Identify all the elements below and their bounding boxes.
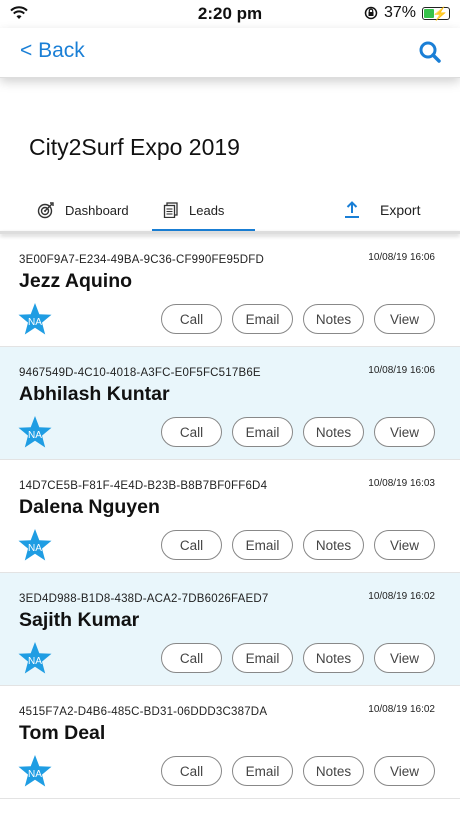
navigation-bar: < Back	[0, 28, 460, 78]
star-badge-icon: NA	[18, 642, 52, 674]
view-button[interactable]: View	[374, 756, 435, 786]
lead-id: 4515F7A2-D4B6-485C-BD31-06DDD3C387DA	[19, 706, 268, 718]
notes-button[interactable]: Notes	[303, 530, 364, 560]
upload-icon	[345, 201, 359, 218]
tab-export[interactable]: Export	[344, 190, 420, 230]
lead-name: Sajith Kumar	[19, 609, 140, 631]
back-button[interactable]: < Back	[20, 39, 85, 63]
call-button[interactable]: Call	[161, 530, 222, 560]
view-button[interactable]: View	[374, 417, 435, 447]
call-button[interactable]: Call	[161, 643, 222, 673]
star-badge-icon: NA	[18, 529, 52, 561]
view-button[interactable]: View	[374, 643, 435, 673]
call-button[interactable]: Call	[161, 304, 222, 334]
call-button[interactable]: Call	[161, 756, 222, 786]
lead-timestamp: 10/08/19 16:06	[368, 365, 435, 376]
badge-label: NA	[28, 656, 42, 667]
battery-percent: 37%	[383, 4, 416, 21]
lead-timestamp: 10/08/19 16:03	[368, 478, 435, 489]
email-button[interactable]: Email	[232, 756, 293, 786]
star-badge-icon: NA	[18, 416, 52, 448]
orientation-lock-icon	[364, 6, 378, 20]
leads-list: 3E00F9A7-E234-49BA-9C36-CF990FE95DFD 10/…	[0, 234, 460, 799]
notes-button[interactable]: Notes	[303, 643, 364, 673]
notes-button[interactable]: Notes	[303, 304, 364, 334]
list-item[interactable]: 3ED4D988-B1D8-438D-ACA2-7DB6026FAED7 10/…	[0, 573, 460, 686]
list-item[interactable]: 14D7CE5B-F81F-4E4D-B23B-B8B7BF0FF6D4 10/…	[0, 460, 460, 573]
document-icon	[163, 202, 178, 218]
view-button[interactable]: View	[374, 530, 435, 560]
lead-timestamp: 10/08/19 16:02	[368, 704, 435, 715]
lead-id: 3E00F9A7-E234-49BA-9C36-CF990FE95DFD	[19, 254, 264, 266]
notes-button[interactable]: Notes	[303, 756, 364, 786]
tab-bar: Dashboard Leads Export	[0, 190, 460, 232]
lead-name: Tom Deal	[19, 722, 106, 744]
badge-label: NA	[28, 430, 42, 441]
lead-timestamp: 10/08/19 16:02	[368, 591, 435, 602]
notes-button[interactable]: Notes	[303, 417, 364, 447]
lead-name: Jezz Aquino	[19, 270, 133, 292]
tab-leads-label: Leads	[189, 202, 225, 218]
view-button[interactable]: View	[374, 304, 435, 334]
tab-dashboard[interactable]: Dashboard	[37, 190, 129, 230]
tab-dashboard-label: Dashboard	[65, 202, 129, 218]
search-icon[interactable]	[418, 40, 442, 64]
tab-export-label: Export	[380, 202, 421, 218]
lead-id: 9467549D-4C10-4018-A3FC-E0F5FC517B6E	[19, 367, 261, 379]
call-button[interactable]: Call	[161, 417, 222, 447]
lead-id: 14D7CE5B-F81F-4E4D-B23B-B8B7BF0FF6D4	[19, 480, 268, 492]
lead-name: Abhilash Kuntar	[19, 383, 170, 405]
email-button[interactable]: Email	[232, 304, 293, 334]
email-button[interactable]: Email	[232, 530, 293, 560]
target-icon	[37, 202, 54, 219]
badge-label: NA	[28, 769, 42, 780]
list-item[interactable]: 4515F7A2-D4B6-485C-BD31-06DDD3C387DA 10/…	[0, 686, 460, 799]
star-badge-icon: NA	[18, 755, 52, 787]
list-item[interactable]: 9467549D-4C10-4018-A3FC-E0F5FC517B6E 10/…	[0, 347, 460, 460]
tab-leads[interactable]: Leads	[163, 190, 224, 230]
star-badge-icon: NA	[18, 303, 52, 335]
email-button[interactable]: Email	[232, 417, 293, 447]
page-title: City2Surf Expo 2019	[29, 134, 240, 160]
badge-label: NA	[28, 543, 42, 554]
email-button[interactable]: Email	[232, 643, 293, 673]
status-bar: 2:20 pm 37% ⚡	[0, 0, 460, 28]
list-item[interactable]: 3E00F9A7-E234-49BA-9C36-CF990FE95DFD 10/…	[0, 234, 460, 347]
lead-name: Dalena Nguyen	[19, 496, 160, 518]
lead-id: 3ED4D988-B1D8-438D-ACA2-7DB6026FAED7	[19, 593, 269, 605]
battery-icon: ⚡	[422, 6, 450, 21]
lead-timestamp: 10/08/19 16:06	[368, 252, 435, 263]
status-right: 37% ⚡	[364, 4, 450, 22]
badge-label: NA	[28, 317, 42, 328]
